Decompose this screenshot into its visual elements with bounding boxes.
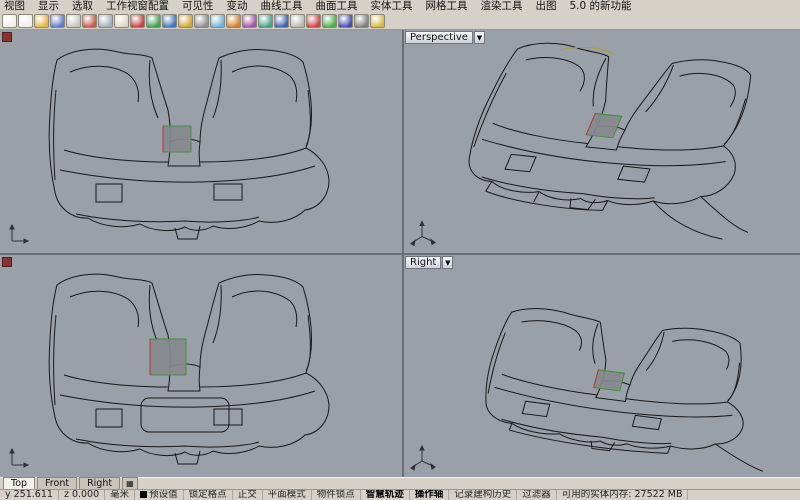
zoom-icon[interactable] <box>194 14 209 28</box>
viewport-tab-front[interactable]: Front <box>37 477 77 489</box>
units-label[interactable]: 毫米 <box>105 490 135 500</box>
toolbar-tab-solid-tools[interactable]: 实体工具 <box>371 0 413 13</box>
memory-indicator: 可用的实体内存: 27522 MB <box>557 490 689 500</box>
toolbar-tab-drafting[interactable]: 出图 <box>536 0 557 13</box>
layers-icon[interactable] <box>242 14 257 28</box>
viewport-tab-bar: Top Front Right ▦ <box>0 477 800 489</box>
toggle-smarttrack[interactable]: 智慧轨迹 <box>361 490 410 500</box>
toggle-filter[interactable]: 过滤器 <box>517 490 557 500</box>
display-mode-icon[interactable] <box>258 14 273 28</box>
coordinate-y: y 251.611 <box>0 490 59 500</box>
open-file-icon[interactable] <box>18 14 33 28</box>
delete-icon[interactable] <box>146 14 161 28</box>
viewport-top[interactable] <box>0 30 402 253</box>
selected-surface[interactable] <box>150 339 186 375</box>
paste-icon[interactable] <box>98 14 113 28</box>
undo-icon[interactable] <box>114 14 129 28</box>
rotate-view-icon[interactable] <box>210 14 225 28</box>
toolbar-tab-row: 视图 显示 选取 工作视窗配置 可见性 变动 曲线工具 曲面工具 实体工具 网格… <box>0 0 800 13</box>
viewport-title-icon[interactable] <box>2 32 12 42</box>
viewport-perspective-header: Perspective ▼ <box>405 31 485 44</box>
viewport-title-icon[interactable] <box>2 257 12 267</box>
status-filler <box>688 490 800 500</box>
select-icon[interactable] <box>162 14 177 28</box>
cut-icon[interactable] <box>66 14 81 28</box>
cplane-axis-icon <box>10 225 28 243</box>
viewport-front[interactable] <box>0 255 402 477</box>
toolbar-tab-new-in-v5[interactable]: 5.0 的新功能 <box>570 0 632 13</box>
coordinate-z: z 0.000 <box>59 490 105 500</box>
floor-mat-wireframe[interactable] <box>49 274 329 464</box>
perspective-view-canvas[interactable] <box>404 30 800 253</box>
viewport-perspective-title[interactable]: Perspective <box>405 31 473 44</box>
toggle-grid-snap[interactable]: 锁定格点 <box>184 490 233 500</box>
toolbar-tab-surface-tools[interactable]: 曲面工具 <box>316 0 358 13</box>
viewport-front-header <box>1 256 13 268</box>
toggle-record-history[interactable]: 记录建构历史 <box>449 490 517 500</box>
main-toolbar <box>0 13 800 30</box>
highlighted-curve[interactable] <box>560 45 614 56</box>
save-icon[interactable] <box>34 14 49 28</box>
toggle-planar[interactable]: 平面模式 <box>263 490 312 500</box>
front-view-canvas[interactable] <box>0 255 402 477</box>
toolbar-tab-display[interactable]: 显示 <box>38 0 59 13</box>
move-icon[interactable] <box>290 14 305 28</box>
selected-surface[interactable] <box>163 126 191 152</box>
toolbar-tab-viewport-layout[interactable]: 工作视窗配置 <box>106 0 169 13</box>
toolbar-tab-render-tools[interactable]: 渲染工具 <box>481 0 523 13</box>
heel-pad-outline[interactable] <box>141 398 229 432</box>
chevron-down-icon[interactable]: ▼ <box>474 31 485 44</box>
viewport-tab-right[interactable]: Right <box>79 477 120 489</box>
floor-mat-wireframe-right[interactable] <box>472 304 797 471</box>
toolbar-tab-curve-tools[interactable]: 曲线工具 <box>261 0 303 13</box>
layer-color-swatch <box>140 491 147 498</box>
help-icon[interactable] <box>370 14 385 28</box>
rhino-window: 视图 显示 选取 工作视窗配置 可见性 变动 曲线工具 曲面工具 实体工具 网格… <box>0 0 800 500</box>
viewport-perspective[interactable]: Perspective ▼ <box>404 30 800 253</box>
redo-icon[interactable] <box>130 14 145 28</box>
copy-icon[interactable] <box>82 14 97 28</box>
layer-name: 预设值 <box>149 489 178 500</box>
pan-icon[interactable] <box>178 14 193 28</box>
zoom-extents-icon[interactable] <box>226 14 241 28</box>
viewport-tab-top[interactable]: Top <box>3 477 35 489</box>
chevron-down-icon[interactable]: ▼ <box>442 256 453 269</box>
status-bar: y 251.611 z 0.000 毫米 预设值 锁定格点 正交 平面模式 物件… <box>0 489 800 500</box>
top-view-canvas[interactable] <box>0 30 402 253</box>
viewport-area: Perspective ▼ <box>0 30 800 477</box>
viewport-right-title[interactable]: Right <box>405 256 441 269</box>
toggle-gumball[interactable]: 操作轴 <box>410 490 450 500</box>
viewport-right[interactable]: Right ▼ <box>404 255 800 477</box>
scale-icon[interactable] <box>322 14 337 28</box>
toolbar-tab-view[interactable]: 视图 <box>4 0 25 13</box>
toggle-ortho[interactable]: 正交 <box>233 490 263 500</box>
viewport-top-header <box>1 31 13 43</box>
rotate-icon[interactable] <box>306 14 321 28</box>
toolbar-tab-select[interactable]: 选取 <box>72 0 93 13</box>
viewport-tab-menu-icon[interactable]: ▦ <box>122 477 138 489</box>
toggle-osnap[interactable]: 物件锁点 <box>312 490 361 500</box>
current-layer[interactable]: 预设值 <box>135 490 184 500</box>
mirror-icon[interactable] <box>338 14 353 28</box>
toolbar-tab-mesh-tools[interactable]: 网格工具 <box>426 0 468 13</box>
world-axis-icon <box>411 222 435 246</box>
cplane-axis-icon <box>10 449 28 467</box>
print-icon[interactable] <box>50 14 65 28</box>
floor-mat-wireframe-perspective[interactable] <box>441 39 800 241</box>
osnap-icon[interactable] <box>354 14 369 28</box>
properties-icon[interactable] <box>274 14 289 28</box>
viewport-right-header: Right ▼ <box>405 256 453 269</box>
toolbar-tab-transform[interactable]: 变动 <box>227 0 248 13</box>
world-axis-icon <box>411 446 435 470</box>
new-file-icon[interactable] <box>2 14 17 28</box>
toolbar-tab-visibility[interactable]: 可见性 <box>182 0 214 13</box>
right-view-canvas[interactable] <box>404 255 800 477</box>
